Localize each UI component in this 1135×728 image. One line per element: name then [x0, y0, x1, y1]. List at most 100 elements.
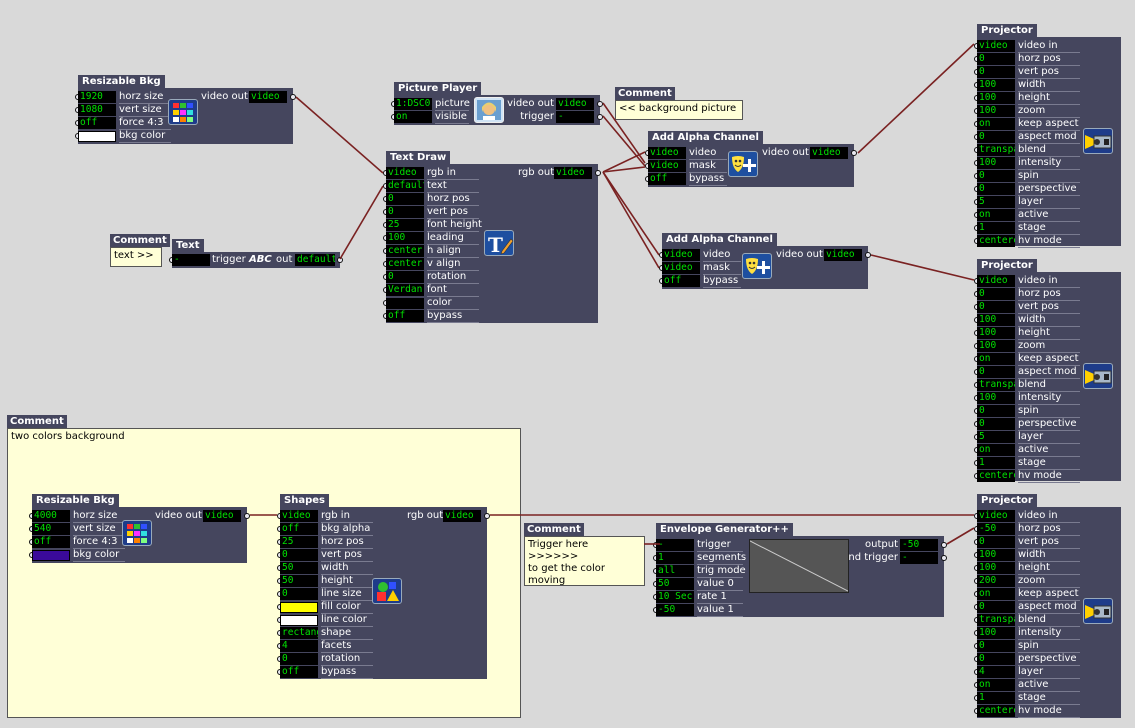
output-value[interactable]: video: [443, 510, 481, 522]
color-swatch[interactable]: [78, 131, 116, 142]
output-value[interactable]: -: [900, 552, 938, 564]
input-value[interactable]: 100: [977, 157, 1015, 169]
input-value[interactable]: 100: [977, 562, 1015, 574]
input-value[interactable]: 1: [656, 552, 694, 564]
input-value[interactable]: video: [662, 262, 700, 274]
actor-picture-player[interactable]: Picture Player 1:DSC0 picture on visible vide…: [391, 82, 603, 125]
input-value[interactable]: off: [78, 117, 116, 129]
output-value[interactable]: video: [203, 510, 241, 522]
input-value[interactable]: 0: [977, 418, 1015, 430]
input-value[interactable]: 0: [977, 288, 1015, 300]
input-value[interactable]: video: [977, 40, 1015, 52]
patch-wire[interactable]: [602, 166, 646, 173]
input-value[interactable]: center: [386, 258, 424, 270]
output-value[interactable]: -: [556, 111, 594, 123]
color-swatch[interactable]: [280, 615, 318, 626]
input-value[interactable]: 0: [977, 66, 1015, 78]
input-value[interactable]: on: [977, 353, 1015, 365]
input-value[interactable]: off: [280, 666, 318, 678]
input-value[interactable]: 4: [280, 640, 318, 652]
input-value[interactable]: video: [648, 160, 686, 172]
input-value[interactable]: video: [662, 249, 700, 261]
input-value[interactable]: 0: [977, 405, 1015, 417]
input-value[interactable]: 0: [977, 301, 1015, 313]
output-port[interactable]: [597, 114, 603, 120]
input-value[interactable]: centere: [977, 235, 1015, 247]
comment-title[interactable]: Comment: [524, 523, 584, 536]
comment-text[interactable]: << background picture: [615, 100, 743, 120]
output-port[interactable]: [595, 170, 601, 176]
patch-wire[interactable]: [946, 527, 975, 545]
input-value[interactable]: 0: [977, 53, 1015, 65]
input-value[interactable]: off: [32, 536, 70, 548]
output-port[interactable]: [941, 542, 947, 548]
input-value[interactable]: rectang: [280, 627, 318, 639]
input-value[interactable]: 100: [977, 549, 1015, 561]
output-port[interactable]: [941, 555, 947, 561]
input-value[interactable]: transpa: [977, 144, 1015, 156]
comment-title[interactable]: Comment: [110, 234, 170, 247]
input-value[interactable]: 0: [977, 170, 1015, 182]
output-value[interactable]: video: [824, 249, 862, 261]
patch-wire[interactable]: [602, 115, 646, 167]
output-value[interactable]: video: [249, 91, 287, 103]
output-port[interactable]: [290, 94, 296, 100]
actor-add-alpha-channel[interactable]: Add Alpha Channel video video video mask off b…: [659, 233, 871, 289]
input-value[interactable]: 0: [280, 588, 318, 600]
input-value[interactable]: 100: [977, 92, 1015, 104]
comment-title[interactable]: Comment: [7, 415, 67, 428]
input-value[interactable]: 0: [386, 193, 424, 205]
patch-wire[interactable]: [339, 185, 384, 260]
input-value[interactable]: off: [648, 173, 686, 185]
output-port[interactable]: [851, 150, 857, 156]
output-port[interactable]: [597, 101, 603, 107]
input-value[interactable]: video: [977, 510, 1015, 522]
actor-resizable-bkg[interactable]: Resizable Bkg 4000 horz size 540 vert size of…: [29, 494, 250, 563]
actor-projector[interactable]: Projector video video in 0 horz pos 0 vert pos…: [974, 24, 1121, 248]
patch-wire[interactable]: [295, 96, 384, 174]
input-value[interactable]: video: [280, 510, 318, 522]
input-value[interactable]: 0: [977, 366, 1015, 378]
input-value[interactable]: on: [394, 111, 432, 123]
envelope-graph[interactable]: [749, 539, 849, 593]
input-value[interactable]: 25: [280, 536, 318, 548]
output-port[interactable]: [244, 513, 250, 519]
output-port[interactable]: [865, 252, 871, 258]
input-value[interactable]: 100: [977, 327, 1015, 339]
actor-shapes[interactable]: Shapes video rgb in off bkg alpha 25 horz pos 0…: [277, 494, 490, 679]
input-value[interactable]: transpa: [977, 379, 1015, 391]
input-value[interactable]: on: [977, 118, 1015, 130]
output-value[interactable]: video: [810, 147, 848, 159]
input-value[interactable]: 100: [977, 627, 1015, 639]
input-value[interactable]: 50: [280, 562, 318, 574]
input-value[interactable]: off: [280, 523, 318, 535]
input-value[interactable]: 1920: [78, 91, 116, 103]
output-port[interactable]: [337, 257, 343, 263]
input-value[interactable]: 1: [977, 222, 1015, 234]
comment-title[interactable]: Comment: [615, 87, 675, 100]
input-value[interactable]: 100: [386, 232, 424, 244]
input-value[interactable]: 0: [977, 536, 1015, 548]
output-value[interactable]: video: [554, 167, 592, 179]
input-value[interactable]: Verdan: [386, 284, 424, 296]
actor-projector[interactable]: Projector video video in -50 horz pos 0 vert p…: [974, 494, 1121, 718]
input-value[interactable]: transpa: [977, 614, 1015, 626]
input-value[interactable]: 10 Sec: [656, 591, 694, 603]
input-value[interactable]: on: [977, 444, 1015, 456]
actor-resizable-bkg[interactable]: Resizable Bkg 1920 horz size 1080 vert size o…: [75, 75, 296, 144]
input-value[interactable]: -: [656, 539, 694, 551]
input-value[interactable]: -50: [977, 523, 1015, 535]
input-value[interactable]: video: [977, 275, 1015, 287]
input-value[interactable]: 100: [977, 392, 1015, 404]
color-swatch[interactable]: [32, 550, 70, 561]
input-value[interactable]: 0: [280, 653, 318, 665]
actor-text-draw[interactable]: Text Drawvideorgb indefaultotext0horz po…: [383, 151, 601, 323]
input-value[interactable]: 0: [386, 206, 424, 218]
input-value[interactable]: 0: [977, 183, 1015, 195]
comment-text[interactable]: Trigger here >>>>>> to get the color mov…: [524, 536, 645, 586]
input-value[interactable]: 0: [977, 640, 1015, 652]
input-value[interactable]: on: [977, 588, 1015, 600]
input-value[interactable]: 1: [977, 457, 1015, 469]
input-value[interactable]: center: [386, 245, 424, 257]
input-value[interactable]: all: [656, 565, 694, 577]
